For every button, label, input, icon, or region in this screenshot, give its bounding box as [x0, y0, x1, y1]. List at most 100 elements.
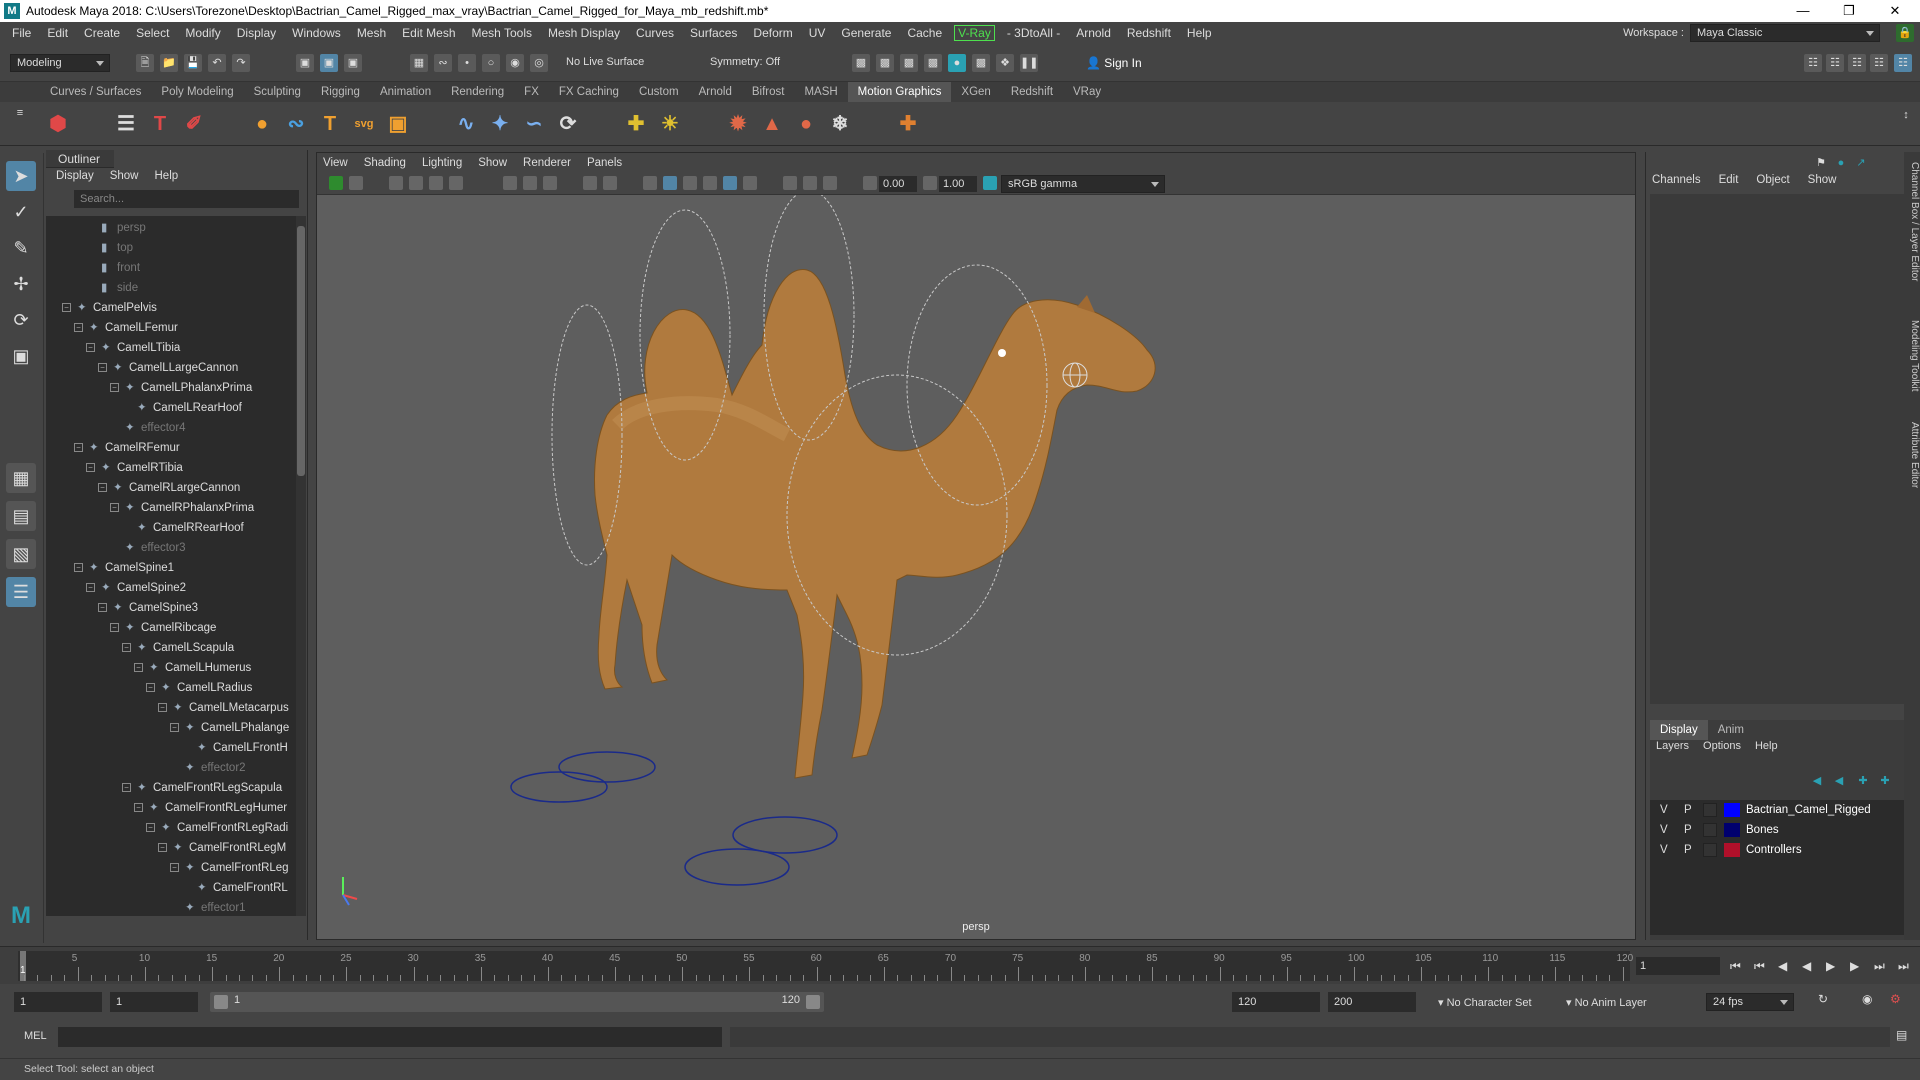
- foot-controller-fr[interactable]: [732, 816, 838, 854]
- live-surface-label[interactable]: No Live Surface: [566, 56, 644, 68]
- menu-curves[interactable]: Curves: [628, 26, 682, 40]
- render-frame-icon[interactable]: ▩: [852, 54, 870, 72]
- step-forward-key-icon[interactable]: ▶: [1850, 959, 1859, 973]
- expand-collapse-icon[interactable]: −: [86, 463, 95, 473]
- auto-key-icon[interactable]: ◉: [1862, 992, 1872, 1006]
- layer-playback-toggle[interactable]: P: [1684, 800, 1692, 820]
- view-transform-dropdown[interactable]: sRGB gamma: [1001, 175, 1165, 193]
- foot-controller-rl[interactable]: [510, 771, 608, 803]
- type-icon[interactable]: T: [316, 110, 344, 138]
- move-tool-icon[interactable]: ✢: [6, 269, 36, 299]
- new-layer-selected-icon[interactable]: ✚: [1876, 772, 1894, 790]
- expand-collapse-icon[interactable]: −: [86, 343, 95, 353]
- render-view-icon[interactable]: ▩: [972, 54, 990, 72]
- layer-playback-toggle[interactable]: P: [1684, 820, 1692, 840]
- render-settings-icon[interactable]: ▩: [924, 54, 942, 72]
- expand-collapse-icon[interactable]: −: [86, 583, 95, 593]
- bookmarks-icon[interactable]: [389, 176, 403, 190]
- layer-color-swatch[interactable]: [1724, 803, 1740, 817]
- select-hierarchy-icon[interactable]: ▣: [296, 54, 314, 72]
- outliner-item[interactable]: − ✦ CamelPelvis: [62, 298, 157, 318]
- deformer-icon[interactable]: ∿: [452, 110, 480, 138]
- outliner-menu-show[interactable]: Show: [110, 170, 139, 188]
- layer-menu-options[interactable]: Options: [1703, 740, 1741, 752]
- expand-collapse-icon[interactable]: −: [98, 483, 107, 493]
- sphere-icon[interactable]: ●: [248, 110, 276, 138]
- menu-windows[interactable]: Windows: [284, 26, 349, 40]
- layer-menu-layers[interactable]: Layers: [1656, 740, 1689, 752]
- menu-mesh[interactable]: Mesh: [349, 26, 394, 40]
- 2d-pan-zoom-icon[interactable]: [429, 176, 443, 190]
- tool-settings-icon[interactable]: ☷: [1870, 54, 1888, 72]
- maximize-icon[interactable]: ❐: [1826, 0, 1872, 22]
- menu-modify[interactable]: Modify: [177, 26, 228, 40]
- time-ruler[interactable]: 1 5 10 15 20 25 30 35 40 45 50 55 60 65 70 75 80 85 90 95 1…: [18, 951, 1633, 981]
- mash-list-icon[interactable]: ☰: [112, 110, 140, 138]
- snap-view-icon[interactable]: ◉: [506, 54, 524, 72]
- exposure-icon[interactable]: [863, 176, 877, 190]
- outliner-menu-display[interactable]: Display: [56, 170, 94, 188]
- anim-preferences-icon[interactable]: ⚙: [1890, 992, 1901, 1006]
- shelf-tab-animation[interactable]: Animation: [370, 82, 441, 102]
- render-sequence-icon[interactable]: ▩: [876, 54, 894, 72]
- outliner-item[interactable]: − ✦ CamelLScapula: [122, 638, 234, 658]
- outliner-item[interactable]: − ✦ CamelRTibia: [86, 458, 183, 478]
- rotate-tool-icon[interactable]: ⟳: [6, 305, 36, 335]
- shelf-tab-xgen[interactable]: XGen: [951, 82, 1000, 102]
- layer-menu-help[interactable]: Help: [1755, 740, 1778, 752]
- shelf-tab-vray[interactable]: VRay: [1063, 82, 1111, 102]
- tab-channel-box-layer-editor[interactable]: Channel Box / Layer Editor: [1904, 162, 1920, 282]
- outliner-item[interactable]: ✦ effector3: [110, 538, 186, 558]
- use-all-lights-icon[interactable]: [723, 176, 737, 190]
- menu-surfaces[interactable]: Surfaces: [682, 26, 745, 40]
- channel-menu-object[interactable]: Object: [1756, 174, 1789, 186]
- outliner-item[interactable]: − ✦ CamelSpine2: [86, 578, 186, 598]
- mash-network-icon[interactable]: ⬢: [44, 110, 72, 138]
- playback-range-bar[interactable]: 1 120: [210, 992, 824, 1012]
- go-to-start-icon[interactable]: ⏮: [1730, 959, 1741, 974]
- viewport-panel[interactable]: View Shading Lighting Show Renderer Pane…: [316, 152, 1636, 940]
- safe-title-icon[interactable]: [603, 176, 617, 190]
- play-forward-icon[interactable]: ▶: [1826, 959, 1835, 973]
- layer-visibility-toggle[interactable]: V: [1660, 800, 1668, 820]
- box-icon[interactable]: ▣: [384, 110, 412, 138]
- shadows-icon[interactable]: [743, 176, 757, 190]
- single-perspective-icon[interactable]: ▦: [6, 463, 36, 493]
- foot-controller-rr[interactable]: [558, 751, 656, 783]
- outliner-item[interactable]: ▮ top: [86, 238, 133, 258]
- film-gate-icon[interactable]: [523, 176, 537, 190]
- outliner-item[interactable]: ▮ persp: [86, 218, 146, 238]
- symmetry-label[interactable]: Symmetry: Off: [710, 56, 780, 68]
- command-language-label[interactable]: MEL: [24, 1030, 47, 1042]
- outliner-scroll-thumb[interactable]: [297, 226, 305, 476]
- resolution-gate-icon[interactable]: [543, 176, 557, 190]
- camera-attributes-icon[interactable]: [349, 176, 363, 190]
- outliner-list[interactable]: ▮ persp ▮ top ▮ front ▮ side − ✦ CamelPelvis − ✦ Came…: [46, 216, 296, 916]
- play-backward-icon[interactable]: ◀: [1802, 959, 1811, 973]
- textured-icon[interactable]: [703, 176, 717, 190]
- select-component-icon[interactable]: ▣: [344, 54, 362, 72]
- gamma-field[interactable]: 1.00: [939, 176, 977, 192]
- outliner-item[interactable]: − ✦ CamelLRadius: [146, 678, 252, 698]
- viewport-menu-view[interactable]: View: [323, 157, 348, 169]
- channel-box-expand-icon[interactable]: ↗: [1852, 154, 1870, 172]
- human-ik-icon[interactable]: ☷: [1826, 54, 1844, 72]
- outliner-item[interactable]: − ✦ CamelFrontRLegHumer: [134, 798, 287, 818]
- expand-collapse-icon[interactable]: −: [74, 563, 83, 573]
- menu-mesh-tools[interactable]: Mesh Tools: [464, 26, 540, 40]
- select-tool-icon[interactable]: ➤: [6, 161, 36, 191]
- range-start-handle[interactable]: [214, 995, 228, 1009]
- gamma-icon[interactable]: [923, 176, 937, 190]
- layer-color-swatch[interactable]: [1724, 823, 1740, 837]
- menu-deform[interactable]: Deform: [745, 26, 800, 40]
- expand-collapse-icon[interactable]: −: [134, 663, 143, 673]
- command-input[interactable]: [58, 1027, 722, 1047]
- loop-icon[interactable]: ↻: [1818, 992, 1828, 1006]
- expand-collapse-icon[interactable]: −: [122, 783, 131, 793]
- channel-menu-edit[interactable]: Edit: [1719, 174, 1739, 186]
- viewport-menu-shading[interactable]: Shading: [364, 157, 406, 169]
- shelf-tab-sculpting[interactable]: Sculpting: [244, 82, 311, 102]
- layer-color-swatch[interactable]: [1724, 843, 1740, 857]
- outliner-item[interactable]: ▮ front: [86, 258, 140, 278]
- outliner-item[interactable]: − ✦ CamelFrontRLegRadi: [146, 818, 288, 838]
